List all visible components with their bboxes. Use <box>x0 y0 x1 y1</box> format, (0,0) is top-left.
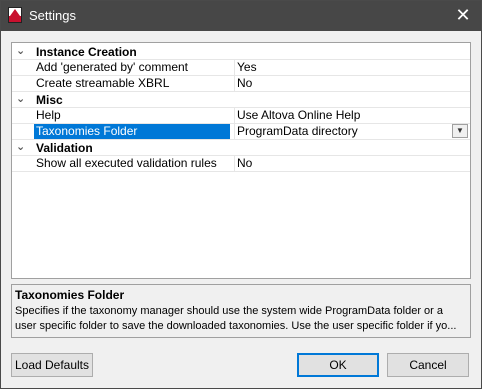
property-row[interactable]: Add 'generated by' comment Yes <box>12 60 470 76</box>
category-label: Instance Creation <box>36 45 137 59</box>
property-grid: ⌄ Instance Creation Add 'generated by' c… <box>11 42 471 279</box>
property-value[interactable]: Use Altova Online Help <box>234 108 470 123</box>
property-value[interactable]: No <box>234 76 470 91</box>
category-label: Misc <box>36 93 63 107</box>
description-title: Taxonomies Folder <box>15 288 125 302</box>
settings-dialog: Settings ✕ ⌄ Instance Creation Add 'gene… <box>0 0 482 389</box>
close-icon[interactable]: ✕ <box>451 4 475 26</box>
chevron-down-icon[interactable]: ⌄ <box>16 92 25 105</box>
load-defaults-button[interactable]: Load Defaults <box>11 353 93 377</box>
ok-button[interactable]: OK <box>297 353 379 377</box>
dialog-title: Settings <box>29 8 76 23</box>
property-value-dropdown[interactable]: ProgramData directory ▼ <box>234 124 470 139</box>
property-name: Help <box>36 108 61 122</box>
category-instance-creation[interactable]: ⌄ Instance Creation <box>12 44 470 60</box>
property-row[interactable]: Create streamable XBRL No <box>12 76 470 92</box>
property-name: Create streamable XBRL <box>36 76 170 90</box>
property-value[interactable]: No <box>234 156 470 171</box>
property-row-taxonomies-folder[interactable]: Taxonomies Folder ProgramData directory … <box>12 124 470 140</box>
dropdown-selected-value: ProgramData directory <box>237 124 358 138</box>
altova-wip-icon <box>8 7 22 23</box>
property-name: Add 'generated by' comment <box>36 60 189 74</box>
description-panel: Taxonomies Folder Specifies if the taxon… <box>11 284 471 338</box>
description-line: Specifies if the taxonomy manager should… <box>15 305 443 317</box>
title-bar: Settings ✕ <box>1 1 481 31</box>
property-row[interactable]: Help Use Altova Online Help <box>12 108 470 124</box>
property-value[interactable]: Yes <box>234 60 470 75</box>
property-row[interactable]: Show all executed validation rules No <box>12 156 470 172</box>
chevron-down-icon[interactable]: ⌄ <box>16 140 25 153</box>
chevron-down-icon[interactable]: ▼ <box>452 124 468 138</box>
category-validation[interactable]: ⌄ Validation <box>12 140 470 156</box>
cancel-button[interactable]: Cancel <box>387 353 469 377</box>
property-name: Show all executed validation rules <box>36 156 217 170</box>
chevron-down-icon[interactable]: ⌄ <box>16 44 25 57</box>
category-label: Validation <box>36 141 93 155</box>
description-line: user specific folder to save the downloa… <box>15 320 457 332</box>
category-misc[interactable]: ⌄ Misc <box>12 92 470 108</box>
property-name: Taxonomies Folder <box>34 124 230 139</box>
